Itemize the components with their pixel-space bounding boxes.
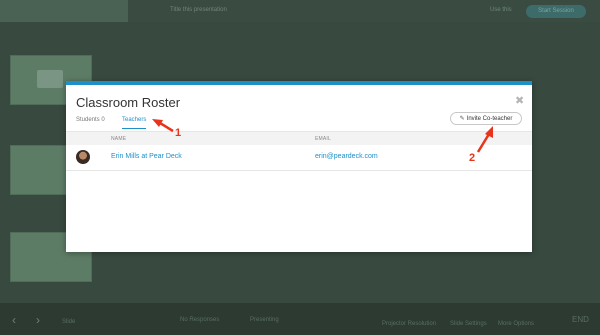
slide-thumbnail-header [0, 0, 128, 22]
toolbar-item[interactable]: Projector Resolution [382, 321, 436, 327]
annotation-number-1: 1 [175, 127, 182, 139]
annotation-number-2: 2 [469, 152, 476, 164]
presentation-title[interactable]: Title this presentation [170, 7, 227, 13]
toolbar-item[interactable]: No Responses [180, 317, 219, 323]
close-icon[interactable]: ✖ [515, 96, 525, 107]
next-arrow-icon[interactable]: › [36, 313, 40, 327]
end-button[interactable]: END [572, 315, 589, 324]
modal-accent-bar [66, 81, 532, 85]
table-row: Erin Mills at Pear Deck erin@peardeck.co… [66, 145, 532, 171]
invite-button-label: Invite Co-teacher [466, 116, 513, 122]
toolbar-item[interactable]: Slide Settings [450, 321, 487, 327]
teacher-email-link[interactable]: erin@peardeck.com [315, 153, 378, 160]
table-header: NAME EMAIL [66, 132, 532, 145]
start-session-button[interactable]: Start Session [526, 5, 586, 18]
modal-title: Classroom Roster [76, 95, 181, 110]
teacher-name-link[interactable]: Erin Mills at Pear Deck [111, 153, 182, 160]
toolbar-item[interactable]: Presenting [250, 317, 279, 323]
top-bar: Title this presentation Use this Start S… [0, 0, 600, 22]
toolbar-item[interactable]: Slide [62, 319, 75, 325]
bottom-toolbar: ‹ › Slide No Responses Presenting Projec… [0, 303, 600, 335]
tab-teachers[interactable]: Teachers [122, 117, 147, 129]
tab-students[interactable]: Students 0 [76, 117, 105, 128]
use-this-link[interactable]: Use this [490, 7, 512, 13]
toolbar-item[interactable]: More Options [498, 321, 534, 327]
invite-co-teacher-button[interactable]: ✎ Invite Co-teacher [450, 112, 522, 125]
prev-arrow-icon[interactable]: ‹ [12, 313, 16, 327]
classroom-roster-modal: Classroom Roster ✖ Students 0 Teachers ✎… [66, 81, 532, 252]
image-icon [37, 70, 63, 88]
avatar [76, 150, 90, 164]
column-header-email: EMAIL [315, 136, 332, 142]
column-header-name: NAME [111, 136, 127, 142]
pencil-icon: ✎ [459, 116, 465, 122]
